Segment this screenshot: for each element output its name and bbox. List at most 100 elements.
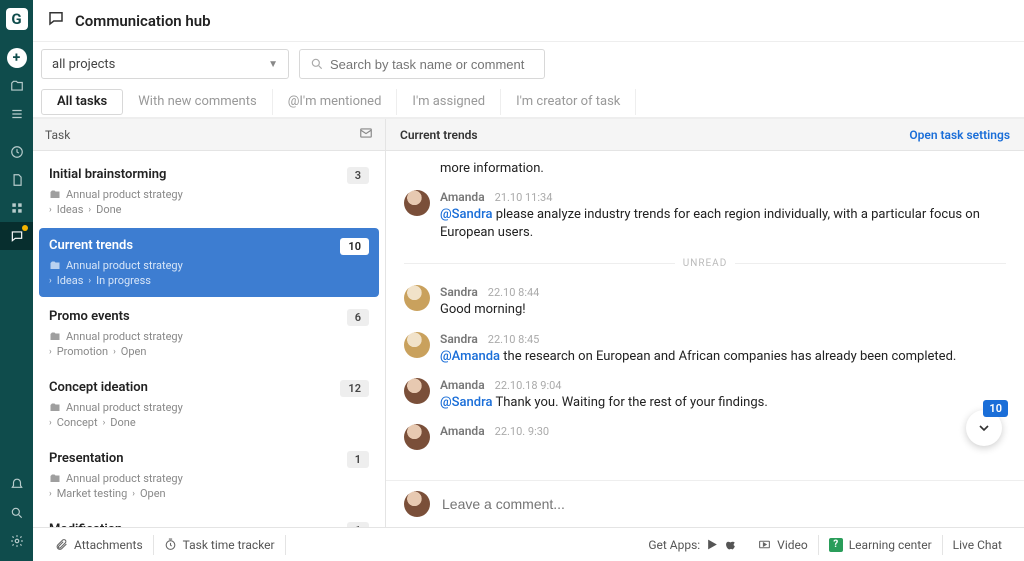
envelope-icon[interactable] [359, 126, 373, 143]
tab-assigned[interactable]: I'm assigned [397, 89, 501, 115]
tasks-header: Task [33, 119, 385, 151]
nav-search[interactable] [0, 499, 33, 527]
message-author: Amanda [440, 190, 485, 204]
task-count-badge: 1 [347, 451, 369, 468]
message-time: 21.10 11:34 [495, 191, 553, 204]
comment-input[interactable] [442, 496, 1006, 512]
mention[interactable]: @Sandra [440, 207, 492, 222]
task-card[interactable]: Initial brainstorming Annual product str… [39, 157, 379, 226]
message-author: Amanda [440, 378, 485, 392]
unread-count-badge: 10 [983, 400, 1008, 417]
tab-all[interactable]: All tasks [41, 89, 123, 115]
livechat-button[interactable]: Live Chat [943, 535, 1012, 555]
app-root: G + Communication hub all projects ▼ [0, 0, 1024, 561]
message-time: 22.10 8:44 [488, 286, 540, 299]
nav-apps[interactable] [0, 194, 33, 222]
message-time: 22.10 8:45 [488, 333, 540, 346]
timer-button[interactable]: Task time tracker [154, 535, 286, 555]
filter-tabs: All tasksWith new comments@I'm mentioned… [33, 86, 1024, 118]
chevron-down-icon: ▼ [268, 59, 278, 70]
message: Sandra 22.10 8:45 @Amanda the research on … [404, 326, 1006, 372]
nav-history[interactable] [0, 138, 33, 166]
message-text: Good morning! [440, 301, 1006, 319]
message: Amanda22.10. 9:30 [404, 418, 1006, 456]
detail-title: Current trends [400, 128, 478, 142]
task-breadcrumb: Annual product strategy [49, 401, 369, 414]
nav-settings[interactable] [0, 527, 33, 555]
toolbar: all projects ▼ [33, 42, 1024, 86]
tab-newc[interactable]: With new comments [123, 89, 272, 115]
task-card[interactable]: Promo events Annual product strategy› Pr… [39, 299, 379, 368]
task-breadcrumb: Annual product strategy [49, 330, 369, 343]
project-select[interactable]: all projects ▼ [41, 49, 289, 79]
message-text: @Sandra Thank you. Waiting for the rest … [440, 394, 1006, 412]
search-box[interactable] [299, 49, 545, 79]
task-breadcrumb: Annual product strategy [49, 188, 369, 201]
nav-bell[interactable] [0, 471, 33, 499]
task-count-badge: 10 [340, 238, 369, 255]
message-author: Sandra [440, 332, 478, 346]
prev-snippet: more information. [440, 161, 1006, 184]
task-breadcrumb-path: › Ideas › In progress [49, 274, 369, 287]
message-time: 22.10. 9:30 [495, 425, 549, 438]
comment-row [386, 480, 1024, 527]
scroll-down-button[interactable]: 10 [966, 410, 1002, 446]
task-card[interactable]: Current trends Annual product strategy› … [39, 228, 379, 297]
apple-icon[interactable] [725, 538, 738, 551]
task-title: Initial brainstorming [49, 167, 369, 182]
task-breadcrumb-path: › Market testing › Open [49, 487, 369, 500]
detail-header: Current trends Open task settings [386, 119, 1024, 151]
message-thread: more information. Amanda21.10 11:34@Sand… [386, 151, 1024, 480]
getapps-label: Get Apps: [638, 535, 748, 555]
task-title: Modification [49, 522, 369, 527]
nav-comms[interactable] [0, 222, 33, 250]
search-icon [310, 57, 324, 71]
mention[interactable]: @Sandra [440, 395, 492, 410]
task-breadcrumb-path: › Concept › Done [49, 416, 369, 429]
tab-creator[interactable]: I'm creator of task [501, 89, 636, 115]
search-input[interactable] [330, 57, 534, 72]
help-icon: ? [829, 538, 843, 552]
self-avatar [404, 491, 430, 517]
task-list: Initial brainstorming Annual product str… [33, 151, 385, 527]
mention[interactable]: @Amanda [440, 349, 500, 364]
task-title: Concept ideation [49, 380, 369, 395]
tasks-header-label: Task [45, 128, 70, 142]
task-count-badge: 6 [347, 309, 369, 326]
task-breadcrumb-path: › Ideas › Done [49, 203, 369, 216]
avatar [404, 285, 430, 311]
message-text: @Amanda the research on European and Afr… [440, 348, 1006, 366]
avatar [404, 190, 430, 216]
page-header: Communication hub [33, 0, 1024, 42]
task-card[interactable]: Presentation Annual product strategy› Ma… [39, 441, 379, 510]
tab-mention[interactable]: @I'm mentioned [273, 89, 398, 115]
message-text: @Sandra please analyze industry trends f… [440, 206, 1006, 242]
learning-button[interactable]: ?Learning center [819, 535, 943, 555]
tasks-column: Task Initial brainstorming Annual produc… [33, 119, 386, 527]
unread-divider: UNREAD [404, 258, 1006, 269]
task-count-badge: 12 [340, 380, 369, 397]
attachments-button[interactable]: Attachments [45, 535, 154, 555]
nav-add[interactable]: + [0, 44, 33, 72]
video-button[interactable]: Video [748, 535, 819, 555]
nav-doc[interactable] [0, 166, 33, 194]
nav-list[interactable] [0, 100, 33, 128]
avatar [404, 378, 430, 404]
task-count-badge: 1 [347, 522, 369, 527]
main: Communication hub all projects ▼ All tas… [33, 0, 1024, 561]
task-breadcrumb: Annual product strategy [49, 472, 369, 485]
chevron-down-icon [976, 420, 992, 436]
logo[interactable]: G [6, 8, 28, 30]
nav-folder[interactable] [0, 72, 33, 100]
message: Sandra 22.10 8:44 Good morning! [404, 279, 1006, 325]
task-card[interactable]: Concept ideation Annual product strategy… [39, 370, 379, 439]
message-author: Sandra [440, 285, 478, 299]
message: Amanda 21.10 11:34 @Sandra please analyze … [404, 184, 1006, 248]
task-card[interactable]: Modification Annual product strategy› Ma… [39, 512, 379, 527]
task-title: Current trends [49, 238, 369, 253]
gplay-icon[interactable] [706, 538, 719, 551]
open-task-settings-link[interactable]: Open task settings [909, 128, 1010, 142]
content-columns: Task Initial brainstorming Annual produc… [33, 118, 1024, 527]
task-title: Promo events [49, 309, 369, 324]
avatar [404, 424, 430, 450]
